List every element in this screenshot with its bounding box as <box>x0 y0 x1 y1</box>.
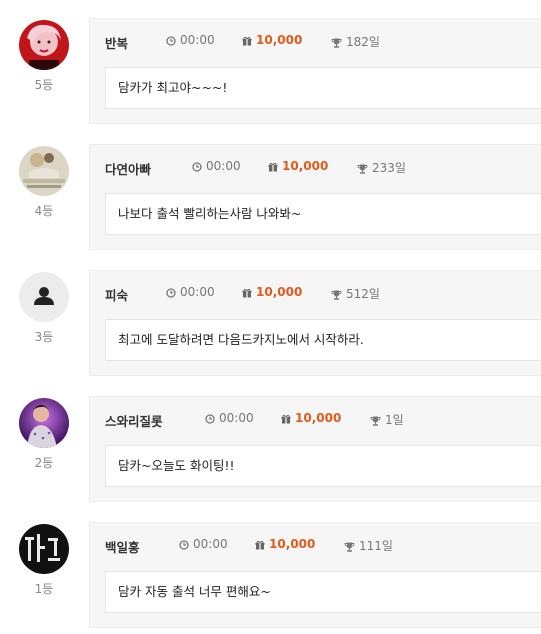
trophy-icon <box>331 38 342 48</box>
time-stat: 00:00 <box>179 537 228 551</box>
days-value: 182일 <box>346 35 380 49</box>
attendance-entry: 4등 다연아빠 00:00 10,000 233일 나보다 출석 빨리하는사람 … <box>0 144 541 256</box>
avatar[interactable] <box>19 272 69 322</box>
time-stat: 00:00 <box>166 285 215 299</box>
user-name[interactable]: 반복 <box>105 33 128 52</box>
points-value: 10,000 <box>256 33 303 47</box>
avatar[interactable] <box>19 20 69 70</box>
comment-message: 최고에 도달하려면 다음드카지노에서 시작하라. <box>105 319 541 361</box>
avatar[interactable] <box>19 398 69 448</box>
rank-label: 2등 <box>34 456 54 470</box>
days-stat: 182일 <box>331 33 380 50</box>
rank-label: 5등 <box>34 78 54 92</box>
points-stat: 10,000 <box>255 537 315 551</box>
points-stat: 10,000 <box>242 33 302 47</box>
clock-icon <box>192 162 202 172</box>
days-stat: 512일 <box>331 285 380 302</box>
time-value: 00:00 <box>180 285 215 299</box>
user-name[interactable]: 다연아빠 <box>105 159 151 178</box>
comment-card: 스와리질롯 00:00 10,000 1일 담카~오늘도 화이팅!! <box>89 396 541 502</box>
time-stat: 00:00 <box>192 159 241 173</box>
comment-message: 담카 자동 출석 너무 편해요~ <box>105 571 541 613</box>
comment-card: 백일홍 00:00 10,000 111일 담카 자동 출석 너무 편해요~ <box>89 522 541 628</box>
comment-message: 담카~오늘도 화이팅!! <box>105 445 541 487</box>
days-value: 512일 <box>346 287 380 301</box>
rank-label: 3등 <box>34 330 54 344</box>
trophy-icon <box>344 542 355 552</box>
time-value: 00:00 <box>180 33 215 47</box>
user-name[interactable]: 백일홍 <box>105 537 140 556</box>
days-value: 233일 <box>372 161 406 175</box>
points-value: 10,000 <box>269 537 316 551</box>
time-stat: 00:00 <box>205 411 254 425</box>
days-value: 111일 <box>359 539 393 553</box>
gift-icon <box>242 36 252 46</box>
days-stat: 233일 <box>357 159 406 176</box>
comment-card: 다연아빠 00:00 10,000 233일 나보다 출석 빨리하는사람 나와봐… <box>89 144 541 250</box>
time-value: 00:00 <box>206 159 241 173</box>
attendance-entry: 2등 스와리질롯 00:00 10,000 1일 담카~오늘도 화이팅!! <box>0 396 541 508</box>
attendance-entry: 5등 반복 00:00 10,000 182일 담카가 최고야~~~! <box>0 18 541 130</box>
trophy-icon <box>331 290 342 300</box>
time-value: 00:00 <box>219 411 254 425</box>
clock-icon <box>179 540 189 550</box>
days-stat: 111일 <box>344 537 393 554</box>
gift-icon <box>242 288 252 298</box>
comment-message: 담카가 최고야~~~! <box>105 67 541 109</box>
user-name[interactable]: 스와리질롯 <box>105 411 163 430</box>
clock-icon <box>166 288 176 298</box>
gift-icon <box>268 162 278 172</box>
gift-icon <box>255 540 265 550</box>
comment-card: 반복 00:00 10,000 182일 담카가 최고야~~~! <box>89 18 541 124</box>
rank-label: 1등 <box>34 582 54 596</box>
gift-icon <box>281 414 291 424</box>
clock-icon <box>205 414 215 424</box>
comment-card: 피숙 00:00 10,000 512일 최고에 도달하려면 다음드카지노에서 … <box>89 270 541 376</box>
time-stat: 00:00 <box>166 33 215 47</box>
comment-message: 나보다 출석 빨리하는사람 나와봐~ <box>105 193 541 235</box>
clock-icon <box>166 36 176 46</box>
user-name[interactable]: 피숙 <box>105 285 128 304</box>
points-value: 10,000 <box>282 159 329 173</box>
points-stat: 10,000 <box>281 411 341 425</box>
attendance-entry: 3등 피숙 00:00 10,000 512일 최고에 도달하려면 다음드카지노… <box>0 270 541 382</box>
avatar[interactable] <box>19 146 69 196</box>
attendance-entry: 1등 백일홍 00:00 10,000 111일 담카 자동 출석 너무 편해요… <box>0 522 541 634</box>
points-value: 10,000 <box>295 411 342 425</box>
time-value: 00:00 <box>193 537 228 551</box>
avatar[interactable] <box>19 524 69 574</box>
days-stat: 1일 <box>370 411 404 428</box>
trophy-icon <box>357 164 368 174</box>
points-stat: 10,000 <box>268 159 328 173</box>
days-value: 1일 <box>385 413 404 427</box>
points-stat: 10,000 <box>242 285 302 299</box>
trophy-icon <box>370 416 381 426</box>
points-value: 10,000 <box>256 285 303 299</box>
rank-label: 4등 <box>34 204 54 218</box>
